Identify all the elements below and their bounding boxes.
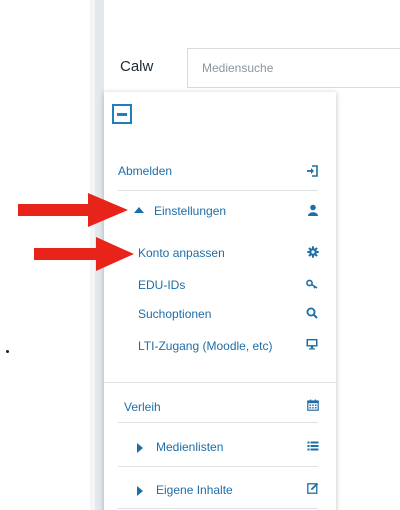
logout-label: Abmelden [118, 164, 173, 178]
separator [118, 190, 318, 191]
lending-link[interactable]: Verleih [124, 400, 161, 414]
media-search-input[interactable] [187, 48, 400, 88]
calendar-icon [307, 399, 319, 411]
user-menu-panel: Abmelden Einstellungen Konto anpassen ED… [104, 92, 336, 510]
search-icon [306, 307, 318, 319]
caret-right-icon [137, 443, 143, 453]
separator [118, 508, 318, 509]
location-label: Calw [120, 58, 154, 75]
annotation-arrow-account [34, 237, 134, 271]
annotation-arrow-settings [18, 193, 128, 227]
media-lists-toggle[interactable]: Medienlisten [156, 440, 223, 454]
edu-ids-label: EDU-IDs [138, 278, 186, 292]
separator [104, 382, 336, 383]
search-options-label: Suchoptionen [138, 307, 212, 321]
edu-ids-link[interactable]: EDU-IDs [138, 278, 185, 292]
stray-dot [6, 350, 9, 353]
minus-icon [117, 113, 127, 116]
gear-icon [307, 246, 319, 258]
own-content-label: Eigene Inhalte [156, 483, 233, 497]
separator [118, 466, 318, 467]
separator [118, 422, 318, 423]
page: Calw Abmelden Einstellungen [0, 0, 400, 510]
lti-access-link[interactable]: LTI-Zugang (Moodle, etc) [138, 339, 273, 353]
lending-label: Verleih [124, 400, 161, 414]
monitor-icon [306, 338, 318, 350]
settings-label: Einstellungen [154, 204, 227, 218]
logout-link[interactable]: Abmelden [118, 164, 172, 178]
edit-icon [307, 482, 319, 494]
caret-up-icon [134, 207, 144, 213]
lti-access-label: LTI-Zugang (Moodle, etc) [138, 339, 273, 353]
collapse-menu-button[interactable] [112, 104, 132, 124]
own-content-toggle[interactable]: Eigene Inhalte [156, 483, 233, 497]
key-icon [306, 278, 318, 290]
sign-in-icon [306, 165, 318, 177]
search-options-link[interactable]: Suchoptionen [138, 307, 211, 321]
media-lists-label: Medienlisten [156, 440, 224, 454]
caret-right-icon [137, 486, 143, 496]
account-settings-link[interactable]: Konto anpassen [138, 246, 225, 260]
settings-toggle[interactable]: Einstellungen [154, 204, 226, 218]
user-icon [307, 204, 319, 216]
account-settings-label: Konto anpassen [138, 246, 225, 260]
list-icon [307, 440, 319, 452]
